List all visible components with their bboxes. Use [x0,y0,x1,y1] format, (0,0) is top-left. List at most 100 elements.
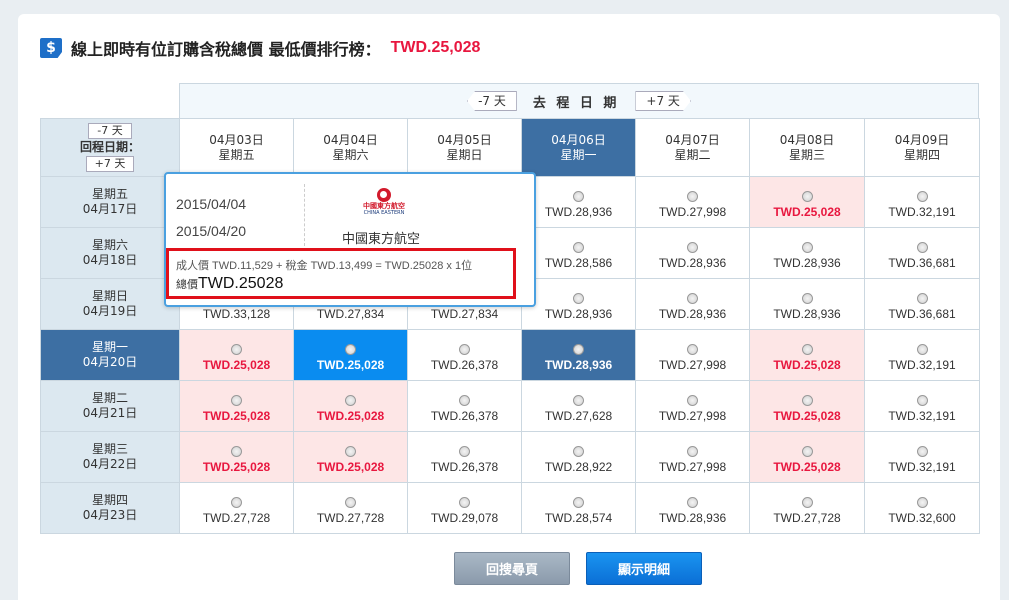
fare-cell[interactable]: TWD.25,028 [749,329,865,381]
fare-radio[interactable] [345,496,356,508]
depart-date-header[interactable]: 04月07日 星期二 [635,118,750,177]
fare-cell[interactable]: TWD.28,936 [635,278,750,330]
fare-radio[interactable] [231,496,242,508]
depart-date-header[interactable]: 04月03日 星期五 [179,118,294,177]
fare-radio[interactable] [916,241,928,253]
fare-cell[interactable]: TWD.25,028 [179,380,294,432]
fare-radio[interactable] [459,343,470,355]
return-prev-week-button[interactable]: -7 天 [88,123,132,139]
fare-radio[interactable] [345,445,356,457]
fare-cell[interactable]: TWD.27,998 [635,176,750,228]
fare-cell[interactable]: TWD.28,936 [749,278,865,330]
fare-radio[interactable] [345,343,356,355]
return-date-header[interactable]: 星期二 04月21日 [40,380,180,432]
show-details-button[interactable]: 顯示明細 [586,552,702,585]
fare-radio[interactable] [801,343,813,355]
fare-radio[interactable] [687,496,698,508]
fare-cell[interactable]: TWD.25,028 [293,329,408,381]
fare-radio[interactable] [801,241,813,253]
depart-date-header[interactable]: 04月09日 星期四 [864,118,980,177]
fare-cell[interactable]: TWD.27,728 [293,482,408,534]
fare-cell[interactable]: TWD.28,936 [521,278,636,330]
fare-radio[interactable] [573,394,584,406]
fare-radio[interactable] [459,445,470,457]
fare-radio[interactable] [916,292,928,304]
fare-cell[interactable]: TWD.26,378 [407,329,522,381]
fare-radio[interactable] [801,445,813,457]
return-date-header[interactable]: 星期六 04月18日 [40,227,180,279]
return-date-header[interactable]: 星期一 04月20日 [40,329,180,381]
fare-radio[interactable] [687,343,698,355]
fare-cell[interactable]: TWD.25,028 [749,431,865,483]
fare-radio[interactable] [687,292,698,304]
depart-next-week-button[interactable]: +7 天 [635,91,691,111]
return-next-week-button[interactable]: +7 天 [85,156,135,172]
depart-date-header[interactable]: 04月05日 星期日 [407,118,522,177]
fare-cell[interactable]: TWD.32,191 [864,431,980,483]
fare-cell[interactable]: TWD.28,936 [521,329,636,381]
fare-cell[interactable]: TWD.25,028 [749,176,865,228]
fare-cell[interactable]: TWD.26,378 [407,431,522,483]
fare-cell[interactable]: TWD.27,628 [521,380,636,432]
fare-radio[interactable] [573,496,584,508]
fare-cell[interactable]: TWD.28,922 [521,431,636,483]
depart-date-header[interactable]: 04月04日 星期六 [293,118,408,177]
fare-cell[interactable]: TWD.25,028 [179,329,294,381]
fare-cell[interactable]: TWD.32,600 [864,482,980,534]
fare-radio[interactable] [573,445,584,457]
fare-cell[interactable]: TWD.32,191 [864,176,980,228]
fare-cell[interactable]: TWD.25,028 [179,431,294,483]
fare-radio[interactable] [459,496,470,508]
fare-radio[interactable] [573,190,584,202]
fare-cell[interactable]: TWD.27,728 [749,482,865,534]
depart-date-header[interactable]: 04月08日 星期三 [749,118,865,177]
fare-cell[interactable]: TWD.36,681 [864,227,980,279]
fare-cell[interactable]: TWD.27,998 [635,329,750,381]
depart-prev-week-button[interactable]: -7 天 [467,91,517,111]
fare-cell[interactable]: TWD.36,681 [864,278,980,330]
fare-radio[interactable] [916,343,928,355]
return-date-header[interactable]: 星期四 04月23日 [40,482,180,534]
fare-radio[interactable] [801,190,813,202]
fare-cell[interactable]: TWD.28,936 [635,482,750,534]
fare-radio[interactable] [687,190,698,202]
depart-date-header[interactable]: 04月06日 星期一 [521,118,636,177]
fare-radio[interactable] [801,394,813,406]
fare-cell[interactable]: TWD.26,378 [407,380,522,432]
fare-cell[interactable]: TWD.28,586 [521,227,636,279]
fare-radio[interactable] [916,445,928,457]
return-date-header[interactable]: 星期日 04月19日 [40,278,180,330]
fare-cell[interactable]: TWD.28,936 [635,227,750,279]
fare-cell[interactable]: TWD.27,998 [635,380,750,432]
fare-cell[interactable]: TWD.29,078 [407,482,522,534]
return-date-header[interactable]: 星期三 04月22日 [40,431,180,483]
fare-cell[interactable]: TWD.27,728 [179,482,294,534]
fare-radio[interactable] [573,241,584,253]
fare-radio[interactable] [801,496,813,508]
fare-radio[interactable] [345,394,356,406]
fare-cell[interactable]: TWD.28,936 [521,176,636,228]
fare-cell[interactable]: TWD.32,191 [864,380,980,432]
fare-radio[interactable] [687,445,698,457]
fare-radio[interactable] [573,292,584,304]
back-to-search-button[interactable]: 回搜尋頁 [454,552,570,585]
fare-cell[interactable]: TWD.25,028 [749,380,865,432]
fare-cell[interactable]: TWD.25,028 [293,380,408,432]
fare-radio[interactable] [687,241,698,253]
fare-radio[interactable] [231,343,242,355]
fare-radio[interactable] [231,445,242,457]
fare-radio[interactable] [801,292,813,304]
fare-radio[interactable] [687,394,698,406]
fare-radio[interactable] [573,343,584,355]
fare-radio[interactable] [916,394,928,406]
fare-cell[interactable]: TWD.28,936 [749,227,865,279]
fare-radio[interactable] [231,394,242,406]
return-date-header[interactable]: 星期五 04月17日 [40,176,180,228]
fare-cell[interactable]: TWD.27,998 [635,431,750,483]
fare-radio[interactable] [459,394,470,406]
fare-cell[interactable]: TWD.32,191 [864,329,980,381]
fare-cell[interactable]: TWD.28,574 [521,482,636,534]
fare-radio[interactable] [916,496,928,508]
fare-radio[interactable] [916,190,928,202]
fare-cell[interactable]: TWD.25,028 [293,431,408,483]
